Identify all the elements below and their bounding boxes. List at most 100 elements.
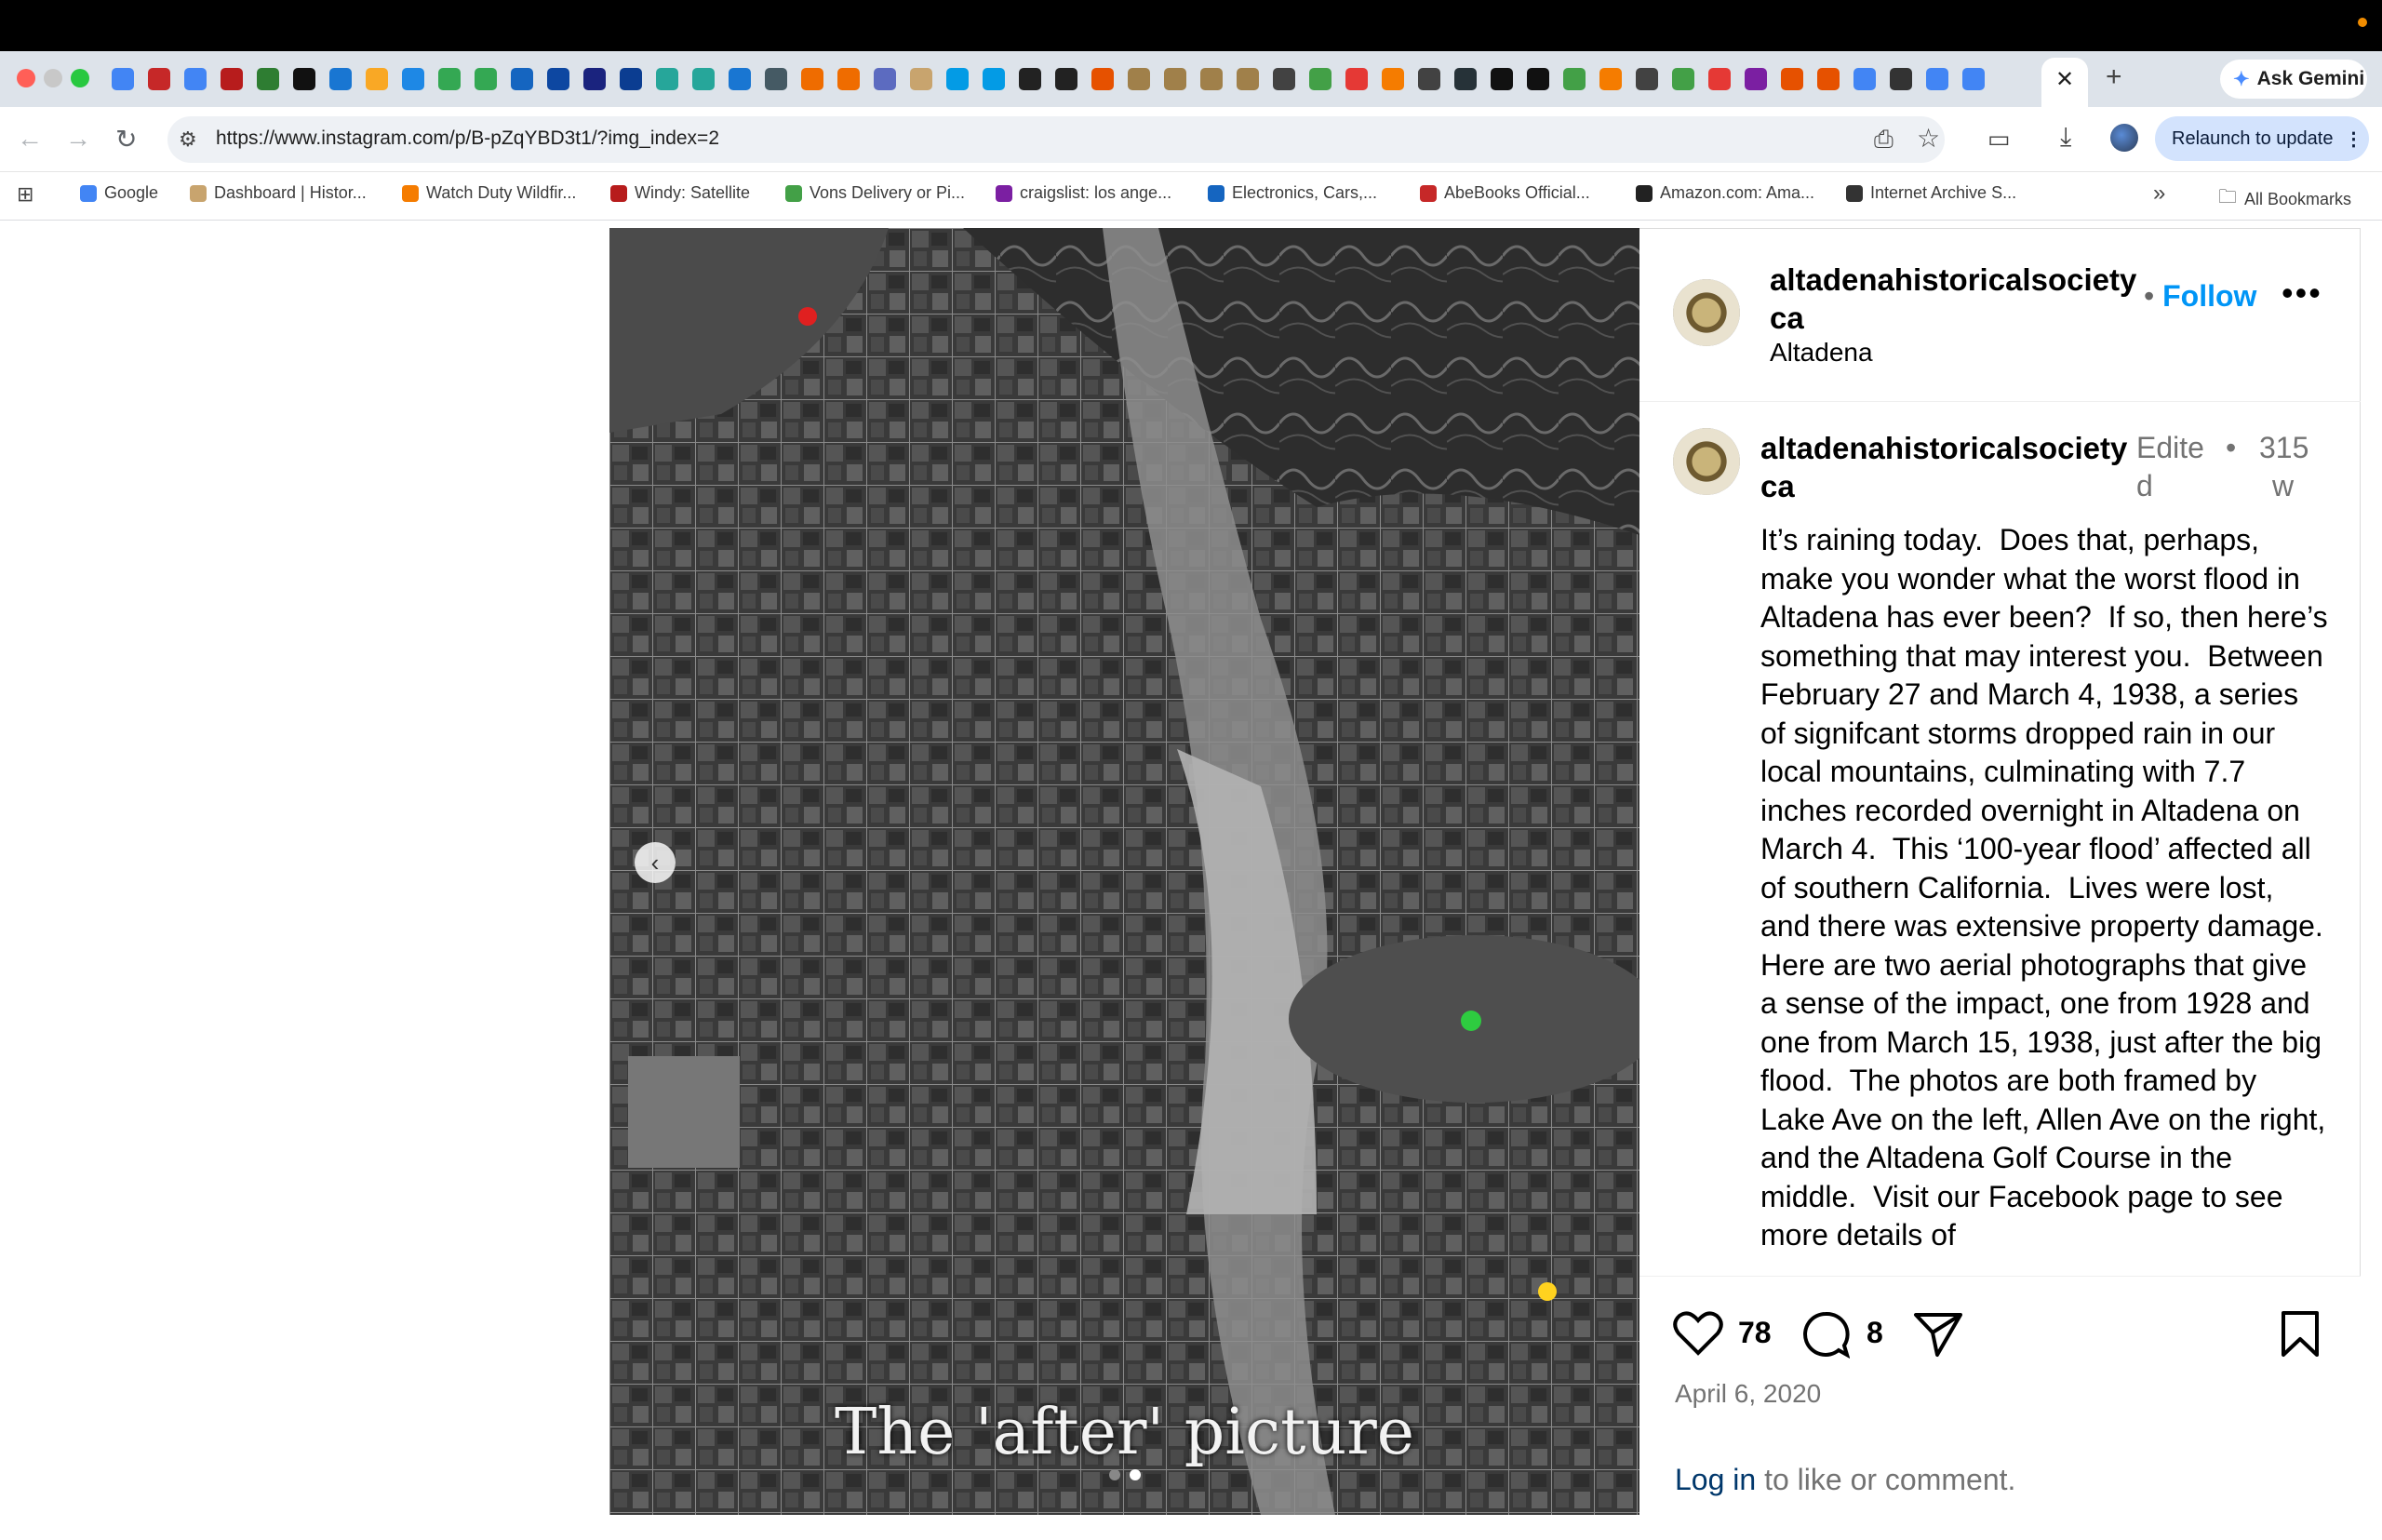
tab-favicon-icon[interactable] — [1418, 68, 1440, 90]
bookmark-item[interactable]: Google — [80, 183, 158, 203]
tab-favicon-icon[interactable] — [1781, 68, 1803, 90]
login-link[interactable]: Log in — [1675, 1463, 1756, 1496]
tab-favicon-icon[interactable] — [1019, 68, 1041, 90]
tab-favicon-icon[interactable] — [910, 68, 932, 90]
download-icon[interactable]: ⤓ — [2060, 122, 2071, 153]
tab-favicon-icon[interactable] — [1745, 68, 1767, 90]
tab-favicon-icon[interactable] — [329, 68, 352, 90]
tab-favicon-icon[interactable] — [257, 68, 279, 90]
tab-favicon-icon[interactable] — [547, 68, 569, 90]
url-text[interactable]: https://www.instagram.com/p/B-pZqYBD3t1/… — [216, 127, 719, 150]
tab-favicon-icon[interactable] — [1491, 68, 1513, 90]
tab-favicon-icon[interactable] — [1055, 68, 1077, 90]
like-count[interactable]: 78 — [1738, 1316, 1772, 1350]
more-bookmarks-icon[interactable]: » — [2153, 181, 2165, 207]
post-date[interactable]: April 6, 2020 — [1675, 1379, 1821, 1409]
comment-bubble-icon[interactable] — [1801, 1310, 1850, 1359]
follow-button[interactable]: • Follow — [2144, 279, 2256, 314]
tab-favicon-icon[interactable] — [1708, 68, 1731, 90]
tab-favicon-icon[interactable] — [1853, 68, 1876, 90]
all-bookmarks-button[interactable]: 🗀 All Bookmarks — [2218, 183, 2351, 215]
tab-favicon-icon[interactable] — [1563, 68, 1586, 90]
bookmark-item[interactable]: Windy: Satellite — [610, 183, 750, 203]
close-tab-icon[interactable]: ✕ — [2055, 66, 2074, 93]
caption-avatar[interactable] — [1673, 428, 1740, 495]
tab-favicon-icon[interactable] — [801, 68, 823, 90]
tab-favicon-icon[interactable] — [366, 68, 388, 90]
reload-button[interactable]: ↻ — [115, 124, 137, 154]
site-info-icon[interactable]: ⚙ — [179, 127, 197, 152]
tab-favicon-icon[interactable] — [1817, 68, 1840, 90]
bookmark-item[interactable]: Internet Archive S... — [1846, 183, 2016, 203]
tab-favicon-icon[interactable] — [1454, 68, 1477, 90]
tab-favicon-icon[interactable] — [293, 68, 315, 90]
tab-favicon-icon[interactable] — [511, 68, 533, 90]
tab-favicon-icon[interactable] — [583, 68, 606, 90]
tab-favicon-icon[interactable] — [112, 68, 134, 90]
tab-favicon-icon[interactable] — [1200, 68, 1223, 90]
tab-favicon-icon[interactable] — [729, 68, 751, 90]
tab-favicon-icon[interactable] — [221, 68, 243, 90]
bookmark-item[interactable]: Electronics, Cars,... — [1208, 183, 1377, 203]
maximize-window-button[interactable] — [71, 69, 89, 87]
tab-favicon-icon[interactable] — [983, 68, 1005, 90]
tab-favicon-icon[interactable] — [1309, 68, 1332, 90]
tab-favicon-icon[interactable] — [438, 68, 461, 90]
save-bookmark-icon[interactable] — [2280, 1310, 2321, 1359]
bookmark-item[interactable]: Vons Delivery or Pi... — [785, 183, 965, 203]
tab-favicon-icon[interactable] — [1164, 68, 1186, 90]
bookmark-item[interactable]: Dashboard | Histor... — [190, 183, 367, 203]
tab-favicon-icon[interactable] — [1128, 68, 1150, 90]
tab-favicon-icon[interactable] — [1890, 68, 1912, 90]
tab-favicon-icon[interactable] — [837, 68, 860, 90]
back-button[interactable]: ← — [17, 124, 43, 154]
bookmark-item[interactable]: Amazon.com: Ama... — [1636, 183, 1814, 203]
tab-favicon-icon[interactable] — [1926, 68, 1948, 90]
profile-avatar[interactable] — [2110, 124, 2138, 152]
account-avatar[interactable] — [1673, 279, 1740, 346]
location-link[interactable]: Altadena — [1770, 338, 1873, 368]
tab-search-icon[interactable]: ▭ — [1987, 125, 2011, 154]
ask-gemini-button[interactable]: ✦ Ask Gemini — [2220, 60, 2367, 99]
tab-favicon-icon[interactable] — [1345, 68, 1368, 90]
tab-favicon-icon[interactable] — [148, 68, 170, 90]
tab-favicon-icon[interactable] — [184, 68, 207, 90]
tab-favicon-icon[interactable] — [1091, 68, 1114, 90]
bookmark-star-icon[interactable]: ☆ — [1917, 123, 1940, 154]
tab-favicon-icon[interactable] — [1962, 68, 1985, 90]
tab-favicon-icon[interactable] — [656, 68, 678, 90]
tab-favicon-icon[interactable] — [874, 68, 896, 90]
comment-count[interactable]: 8 — [1867, 1316, 1883, 1350]
more-options-icon[interactable]: ••• — [2282, 274, 2322, 313]
new-tab-button[interactable]: + — [2106, 61, 2122, 93]
forward-button[interactable]: → — [65, 124, 91, 154]
post-image[interactable]: The 'after' picture ‹ — [609, 228, 1639, 1515]
install-app-icon[interactable]: ⎙ — [1874, 125, 1894, 154]
apps-grid-icon[interactable]: ⊞ — [17, 182, 33, 207]
tab-favicon-icon[interactable] — [402, 68, 424, 90]
tab-favicon-icon[interactable] — [946, 68, 969, 90]
previous-image-button[interactable]: ‹ — [635, 842, 676, 883]
tab-favicon-icon[interactable] — [1237, 68, 1259, 90]
minimize-window-button[interactable] — [44, 69, 62, 87]
active-tab[interactable]: ✕ — [2041, 58, 2088, 107]
tab-favicon-icon[interactable] — [765, 68, 787, 90]
tab-favicon-icon[interactable] — [1273, 68, 1295, 90]
like-heart-icon[interactable] — [1673, 1310, 1723, 1357]
share-paper-plane-icon[interactable] — [1913, 1310, 1963, 1359]
close-window-button[interactable] — [17, 69, 35, 87]
tab-favicon-icon[interactable] — [1599, 68, 1622, 90]
tab-favicon-icon[interactable] — [1527, 68, 1549, 90]
kebab-menu-icon[interactable]: ⋮ — [2344, 127, 2362, 151]
bookmark-item[interactable]: Watch Duty Wildfir... — [402, 183, 576, 203]
tab-favicon-icon[interactable] — [692, 68, 715, 90]
relaunch-button[interactable]: Relaunch to update ⋮ — [2155, 116, 2369, 161]
caption-account-handle[interactable]: altadenahistoricalsociety ca — [1760, 429, 2127, 505]
tab-favicon-icon[interactable] — [475, 68, 497, 90]
bookmark-item[interactable]: AbeBooks Official... — [1420, 183, 1590, 203]
post-age[interactable]: 315 w — [2259, 429, 2308, 505]
tab-favicon-icon[interactable] — [620, 68, 642, 90]
bookmark-item[interactable]: craigslist: los ange... — [996, 183, 1171, 203]
tab-favicon-icon[interactable] — [1636, 68, 1658, 90]
tab-favicon-icon[interactable] — [1382, 68, 1404, 90]
